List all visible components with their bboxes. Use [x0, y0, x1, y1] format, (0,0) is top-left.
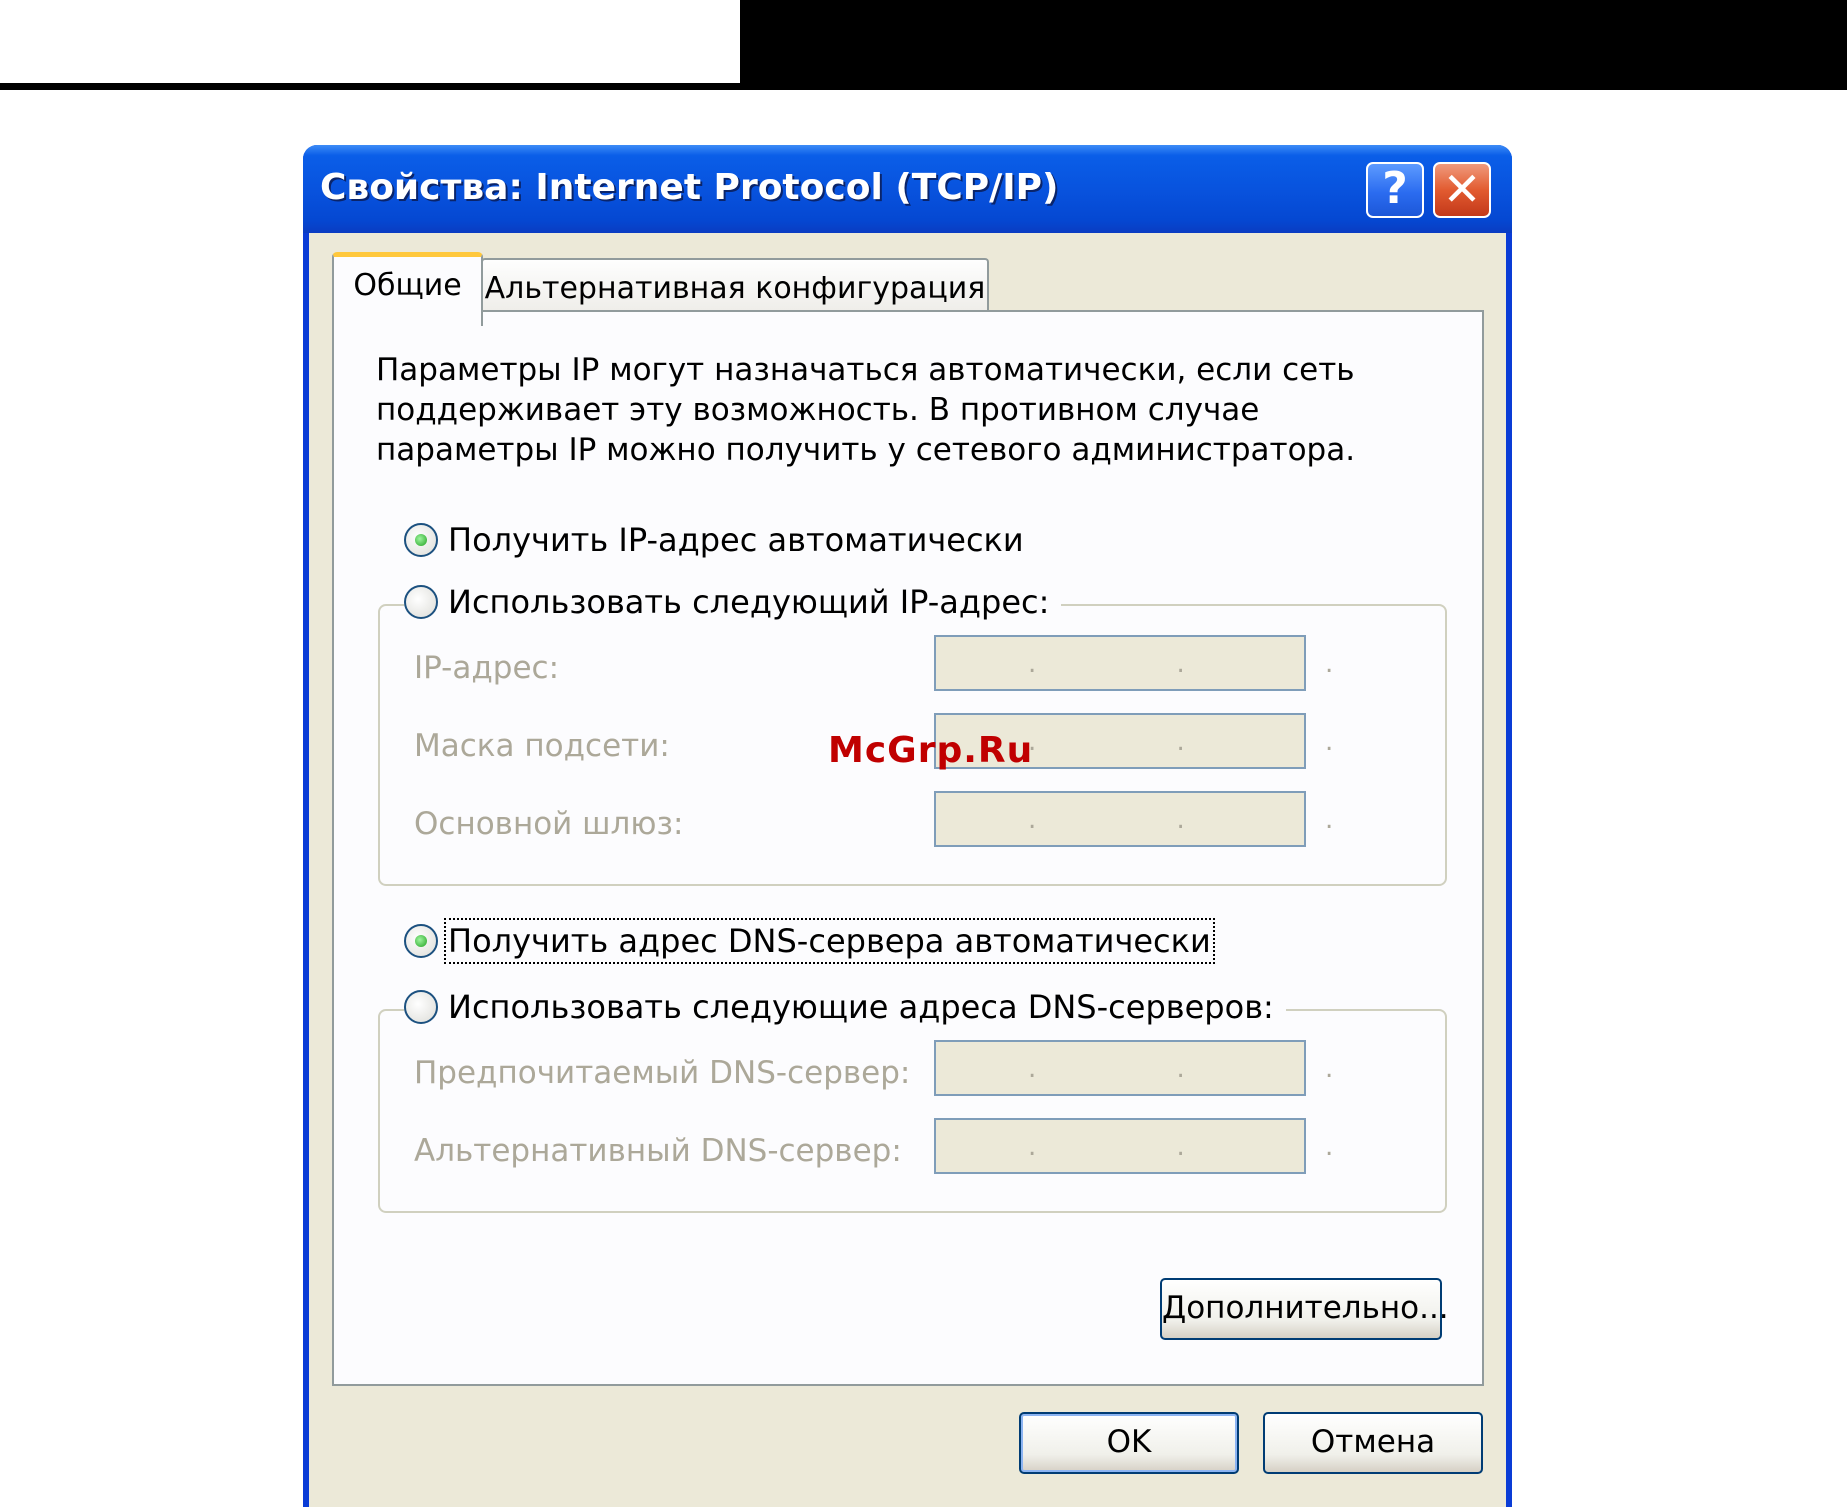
radio-dns-auto-label[interactable]: Получить адрес DNS-сервера автоматически: [444, 918, 1215, 964]
question-mark-icon: ?: [1382, 163, 1408, 214]
general-tab-panel: Параметры IP могут назначаться автоматич…: [332, 310, 1484, 1386]
default-gateway-input[interactable]: . . .: [934, 791, 1333, 847]
radio-ip-manual-label[interactable]: Использовать следующий IP-адрес:: [448, 583, 1049, 621]
ok-button[interactable]: OK: [1019, 1412, 1239, 1474]
radio-dns-manual-indicator[interactable]: [404, 990, 438, 1024]
radio-dns-manual-label[interactable]: Использовать следующие адреса DNS-сервер…: [448, 988, 1274, 1026]
radio-ip-manual[interactable]: Использовать следующий IP-адрес:: [404, 580, 1062, 624]
watermark: McGrp.Ru: [828, 730, 1034, 771]
radio-dns-auto[interactable]: Получить адрес DNS-сервера автоматически: [404, 918, 1223, 964]
ip-octet-separators: . . .: [1028, 1054, 1400, 1084]
ip-address-input[interactable]: . . .: [934, 635, 1333, 691]
preferred-dns-label: Предпочитаемый DNS-сервер:: [414, 1055, 911, 1091]
radio-ip-auto-label[interactable]: Получить IP-адрес автоматически: [448, 521, 1024, 559]
alternate-dns-label: Альтернативный DNS-сервер:: [414, 1133, 902, 1169]
radio-dns-auto-indicator[interactable]: [404, 924, 438, 958]
description-text: Параметры IP могут назначаться автоматич…: [376, 352, 1356, 468]
ip-octet-separators: . . .: [1028, 805, 1400, 835]
page-header-bar: [740, 0, 1847, 90]
ip-octet-separators: . . .: [1028, 649, 1400, 679]
default-gateway-label: Основной шлюз:: [414, 806, 684, 842]
radio-ip-auto-indicator[interactable]: [404, 523, 438, 557]
tab-general[interactable]: Общие: [332, 252, 483, 326]
radio-ip-manual-indicator[interactable]: [404, 585, 438, 619]
help-button[interactable]: ?: [1366, 162, 1424, 218]
radio-ip-auto[interactable]: Получить IP-адрес автоматически: [404, 518, 1036, 562]
close-button[interactable]: ✕: [1433, 162, 1491, 218]
window-title: Свойства: Internet Protocol (TCP/IP): [320, 167, 1059, 208]
close-icon: ✕: [1442, 162, 1482, 216]
subnet-mask-label: Маска подсети:: [414, 728, 670, 764]
radio-dns-manual[interactable]: Использовать следующие адреса DNS-сервер…: [404, 985, 1286, 1029]
ip-octet-separators: . . .: [1028, 727, 1400, 757]
alternate-dns-input[interactable]: . . .: [934, 1118, 1333, 1174]
cancel-button[interactable]: Отмена: [1263, 1412, 1483, 1474]
preferred-dns-input[interactable]: . . .: [934, 1040, 1333, 1096]
ip-octet-separators: . . .: [1028, 1132, 1400, 1162]
title-bar[interactable]: Свойства: Internet Protocol (TCP/IP) ? ✕: [303, 145, 1512, 233]
advanced-button[interactable]: Дополнительно...: [1160, 1278, 1449, 1340]
page-header-rule: [0, 83, 742, 90]
ip-address-label: IP-адрес:: [414, 650, 560, 686]
tcpip-properties-dialog: Свойства: Internet Protocol (TCP/IP) ? ✕…: [303, 145, 1512, 1507]
